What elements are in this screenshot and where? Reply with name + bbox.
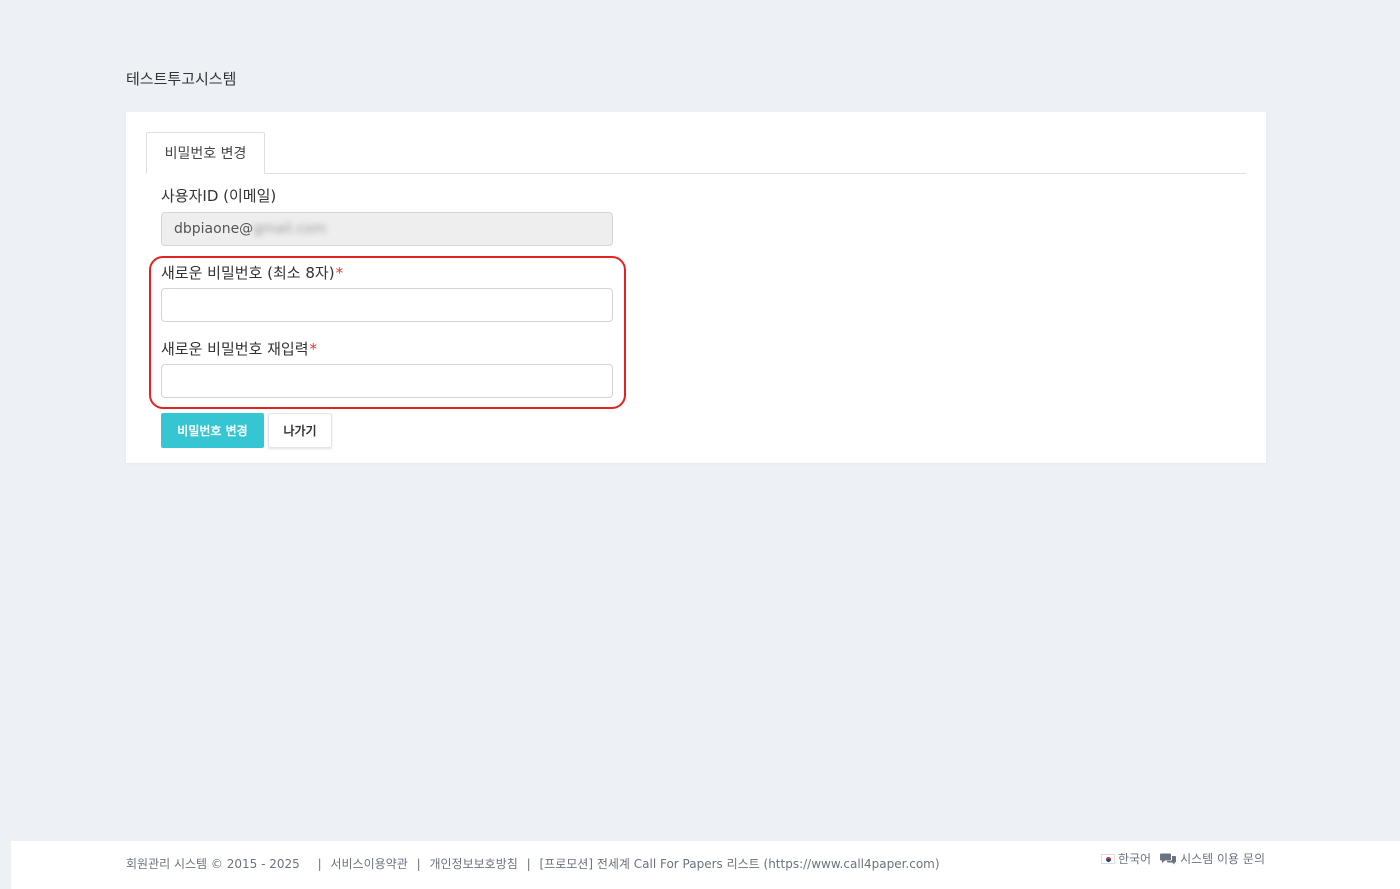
- required-mark: *: [309, 340, 318, 358]
- tab-bar: 비밀번호 변경: [146, 132, 1246, 174]
- app-title: 테스트투고시스템: [126, 70, 237, 88]
- confirm-password-label: 새로운 비밀번호 재입력*: [161, 338, 317, 359]
- footer-links: 회원관리 시스템 © 2015 - 2025 | 서비스이용약관 | 개인정보보…: [126, 855, 940, 872]
- required-mark: *: [335, 264, 344, 282]
- change-password-button[interactable]: 비밀번호 변경: [161, 413, 264, 448]
- page: 테스트투고시스템 비밀번호 변경 사용자ID (이메일) dbpiaone@ gm…: [0, 0, 1400, 889]
- footer: 회원관리 시스템 © 2015 - 2025 | 서비스이용약관 | 개인정보보…: [11, 841, 1400, 889]
- confirm-password-label-text: 새로운 비밀번호 재입력: [161, 340, 309, 358]
- tab-change-password[interactable]: 비밀번호 변경: [146, 132, 265, 174]
- privacy-link[interactable]: 개인정보보호방침: [429, 857, 517, 871]
- exit-button[interactable]: 나가기: [268, 413, 332, 448]
- korea-flag-icon: [1100, 853, 1115, 864]
- footer-separator: |: [526, 857, 531, 871]
- footer-right: 한국어 시스템 이용 문의: [1100, 850, 1265, 867]
- user-id-label: 사용자ID (이메일): [161, 187, 277, 205]
- user-id-blurred-domain: gmail.com: [253, 221, 327, 237]
- comments-icon: [1160, 852, 1177, 865]
- call-for-papers-link[interactable]: [프로모션] 전세계 Call For Papers 리스트 (https://…: [539, 857, 939, 871]
- password-change-card: 비밀번호 변경 사용자ID (이메일) dbpiaone@ gmail.com 새…: [126, 112, 1266, 463]
- terms-link[interactable]: 서비스이용약관: [330, 857, 407, 871]
- confirm-password-input[interactable]: [161, 364, 613, 398]
- copyright: 회원관리 시스템 © 2015 - 2025: [126, 857, 300, 871]
- footer-separator: |: [416, 857, 421, 871]
- footer-separator: |: [317, 857, 322, 871]
- new-password-input[interactable]: [161, 288, 613, 322]
- new-password-label-text: 새로운 비밀번호 (최소 8자): [161, 264, 335, 282]
- new-password-label: 새로운 비밀번호 (최소 8자)*: [161, 262, 343, 283]
- contact-link[interactable]: 시스템 이용 문의: [1180, 850, 1265, 867]
- user-id-field: dbpiaone@ gmail.com: [161, 212, 613, 246]
- language-selector[interactable]: 한국어: [1118, 850, 1151, 867]
- user-id-value: dbpiaone@: [174, 221, 254, 237]
